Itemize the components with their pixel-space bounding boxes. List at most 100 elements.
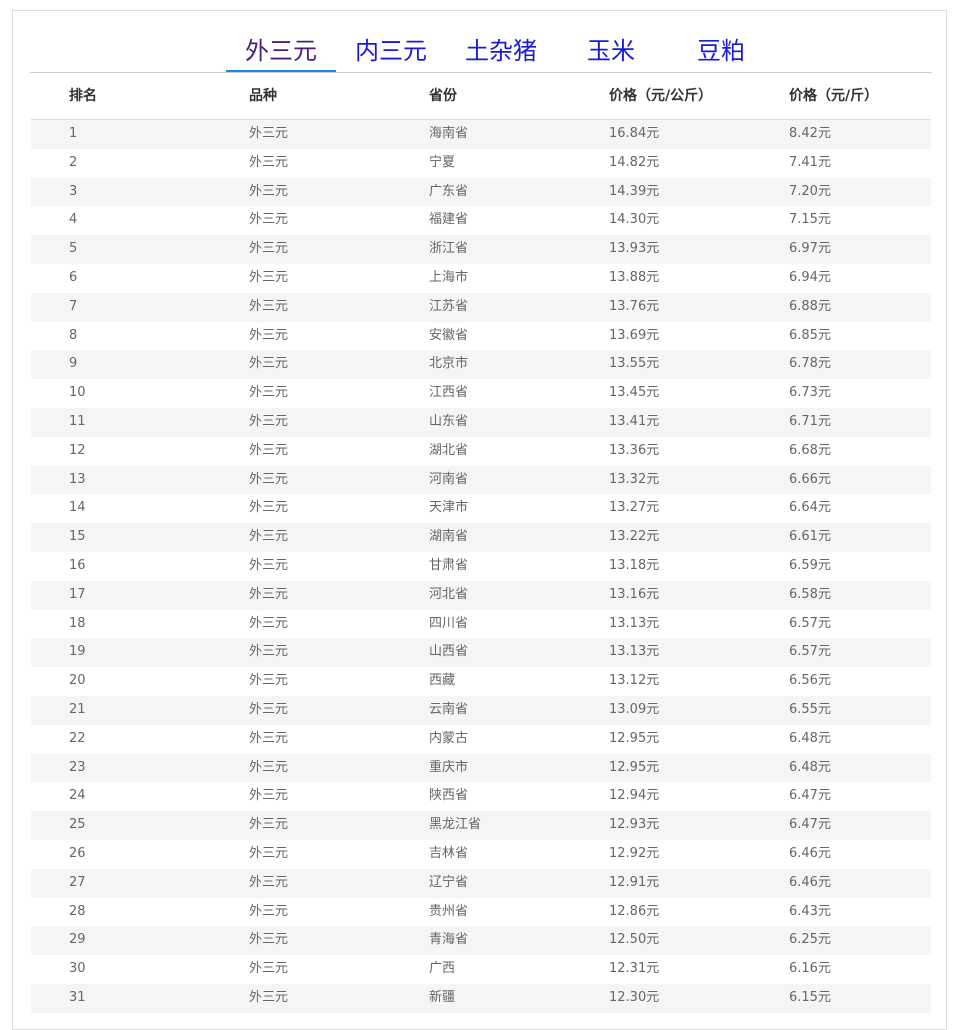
table-row: 21 外三元 云南省 13.09元 6.55元 — [31, 695, 931, 725]
cell-price-kg: 14.30元 — [609, 212, 660, 228]
cell-price-jin: 6.61元 — [789, 529, 831, 545]
tab-tuzazhu[interactable]: 土杂猪 — [446, 31, 556, 71]
cell-price-kg: 16.84元 — [609, 126, 660, 141]
table-row: 13 外三元 河南省 13.32元 6.66元 — [31, 465, 931, 495]
cell-rank: 13 — [69, 471, 86, 487]
header-breed: 品种 — [249, 88, 277, 104]
cell-rank: 3 — [69, 183, 78, 199]
header-price-kg: 价格（元/公斤） — [609, 88, 713, 104]
table-row: 20 外三元 西藏 13.12元 6.56元 — [31, 667, 931, 696]
cell-price-kg: 12.92元 — [609, 845, 660, 861]
cell-breed: 外三元 — [249, 788, 289, 804]
table-row: 14 外三元 天津市 13.27元 6.64元 — [31, 494, 931, 524]
cell-price-jin: 6.46元 — [789, 874, 831, 890]
cell-rank: 10 — [69, 385, 86, 401]
table-row: 22 外三元 内蒙古 12.95元 6.48元 — [31, 724, 931, 754]
cell-price-jin: 6.16元 — [789, 961, 831, 977]
cell-price-jin: 6.57元 — [789, 644, 831, 660]
cell-breed: 外三元 — [249, 615, 289, 631]
tab-yumi[interactable]: 玉米 — [556, 31, 666, 71]
table-row: 25 外三元 黑龙江省 12.93元 6.47元 — [31, 811, 931, 840]
cell-rank: 5 — [69, 241, 78, 257]
price-panel: 外三元 内三元 土杂猪 玉米 豆粕 排名 品种 省份 价格（元/公斤） 价格（元… — [12, 10, 947, 1030]
cell-price-kg: 13.41元 — [609, 413, 660, 429]
cell-price-kg: 12.30元 — [609, 989, 660, 1005]
cell-rank: 21 — [69, 701, 86, 717]
cell-rank: 9 — [69, 356, 78, 372]
cell-rank: 18 — [69, 615, 86, 631]
header-rank: 排名 — [69, 88, 97, 104]
table-row: 16 外三元 甘肃省 13.18元 6.59元 — [31, 551, 931, 581]
cell-rank: 23 — [69, 759, 86, 775]
cell-price-kg: 13.76元 — [609, 298, 660, 314]
tab-waisanyuan[interactable]: 外三元 — [226, 31, 336, 71]
table-row: 24 外三元 陕西省 12.94元 6.47元 — [31, 782, 931, 812]
cell-rank: 27 — [69, 874, 86, 890]
cell-price-jin: 6.73元 — [789, 385, 831, 401]
cell-breed: 外三元 — [249, 269, 289, 285]
cell-breed: 外三元 — [249, 356, 289, 372]
cell-breed: 外三元 — [249, 154, 289, 170]
cell-price-kg: 12.95元 — [609, 730, 660, 746]
cell-price-kg: 12.91元 — [609, 874, 660, 890]
cell-price-jin: 6.57元 — [789, 615, 831, 631]
cell-province: 湖南省 — [429, 529, 469, 545]
table-row: 9 外三元 北京市 13.55元 6.78元 — [31, 350, 931, 380]
table-row: 29 外三元 青海省 12.50元 6.25元 — [31, 926, 931, 956]
table-row: 23 外三元 重庆市 12.95元 6.48元 — [31, 753, 931, 783]
cell-rank: 8 — [69, 327, 78, 343]
cell-breed: 外三元 — [249, 701, 289, 717]
cell-price-jin: 6.58元 — [789, 586, 831, 602]
cell-breed: 外三元 — [249, 241, 289, 257]
cell-price-jin: 6.64元 — [789, 500, 831, 516]
cell-price-jin: 7.41元 — [789, 154, 831, 170]
cell-rank: 11 — [69, 413, 86, 429]
cell-price-kg: 13.69元 — [609, 327, 660, 343]
cell-price-jin: 6.71元 — [789, 413, 831, 429]
table-row: 11 外三元 山东省 13.41元 6.71元 — [31, 407, 931, 437]
cell-price-kg: 14.39元 — [609, 183, 660, 199]
cell-price-kg: 13.13元 — [609, 615, 660, 631]
cell-breed: 外三元 — [249, 442, 289, 458]
cell-breed: 外三元 — [249, 327, 289, 343]
cell-province: 上海市 — [429, 269, 469, 285]
cell-province: 宁夏 — [429, 154, 456, 170]
cell-price-kg: 13.18元 — [609, 557, 660, 573]
cell-price-jin: 6.85元 — [789, 327, 831, 343]
cell-breed: 外三元 — [249, 212, 289, 228]
cell-breed: 外三元 — [249, 644, 289, 660]
cell-rank: 6 — [69, 269, 78, 285]
cell-breed: 外三元 — [249, 126, 289, 141]
cell-price-kg: 13.27元 — [609, 500, 660, 516]
cell-province: 青海省 — [429, 932, 469, 948]
table-row: 7 外三元 江苏省 13.76元 6.88元 — [31, 292, 931, 322]
table-row: 27 外三元 辽宁省 12.91元 6.46元 — [31, 868, 931, 898]
cell-rank: 14 — [69, 500, 86, 516]
cell-price-jin: 6.48元 — [789, 730, 831, 746]
cell-price-jin: 6.48元 — [789, 759, 831, 775]
cell-price-jin: 7.15元 — [789, 212, 831, 228]
table-row: 12 外三元 湖北省 13.36元 6.68元 — [31, 436, 931, 466]
table-row: 30 外三元 广西 12.31元 6.16元 — [31, 955, 931, 984]
cell-province: 福建省 — [429, 212, 469, 228]
cell-price-kg: 13.09元 — [609, 701, 660, 717]
tab-doupo[interactable]: 豆粕 — [666, 31, 776, 71]
cell-price-kg: 13.32元 — [609, 471, 660, 487]
table-row: 6 外三元 上海市 13.88元 6.94元 — [31, 263, 931, 293]
table-row: 26 外三元 吉林省 12.92元 6.46元 — [31, 839, 931, 869]
cell-rank: 29 — [69, 932, 86, 948]
cell-price-jin: 6.94元 — [789, 269, 831, 285]
cell-province: 河北省 — [429, 586, 469, 602]
cell-province: 新疆 — [429, 989, 456, 1005]
tab-neisanyuan[interactable]: 内三元 — [336, 31, 446, 71]
cell-rank: 16 — [69, 557, 86, 573]
cell-breed: 外三元 — [249, 845, 289, 861]
cell-price-jin: 6.56元 — [789, 673, 831, 689]
cell-breed: 外三元 — [249, 183, 289, 199]
cell-rank: 26 — [69, 845, 86, 861]
cell-province: 辽宁省 — [429, 874, 469, 890]
cell-breed: 外三元 — [249, 759, 289, 775]
cell-breed: 外三元 — [249, 874, 289, 890]
cell-rank: 25 — [69, 817, 86, 833]
cell-breed: 外三元 — [249, 932, 289, 948]
